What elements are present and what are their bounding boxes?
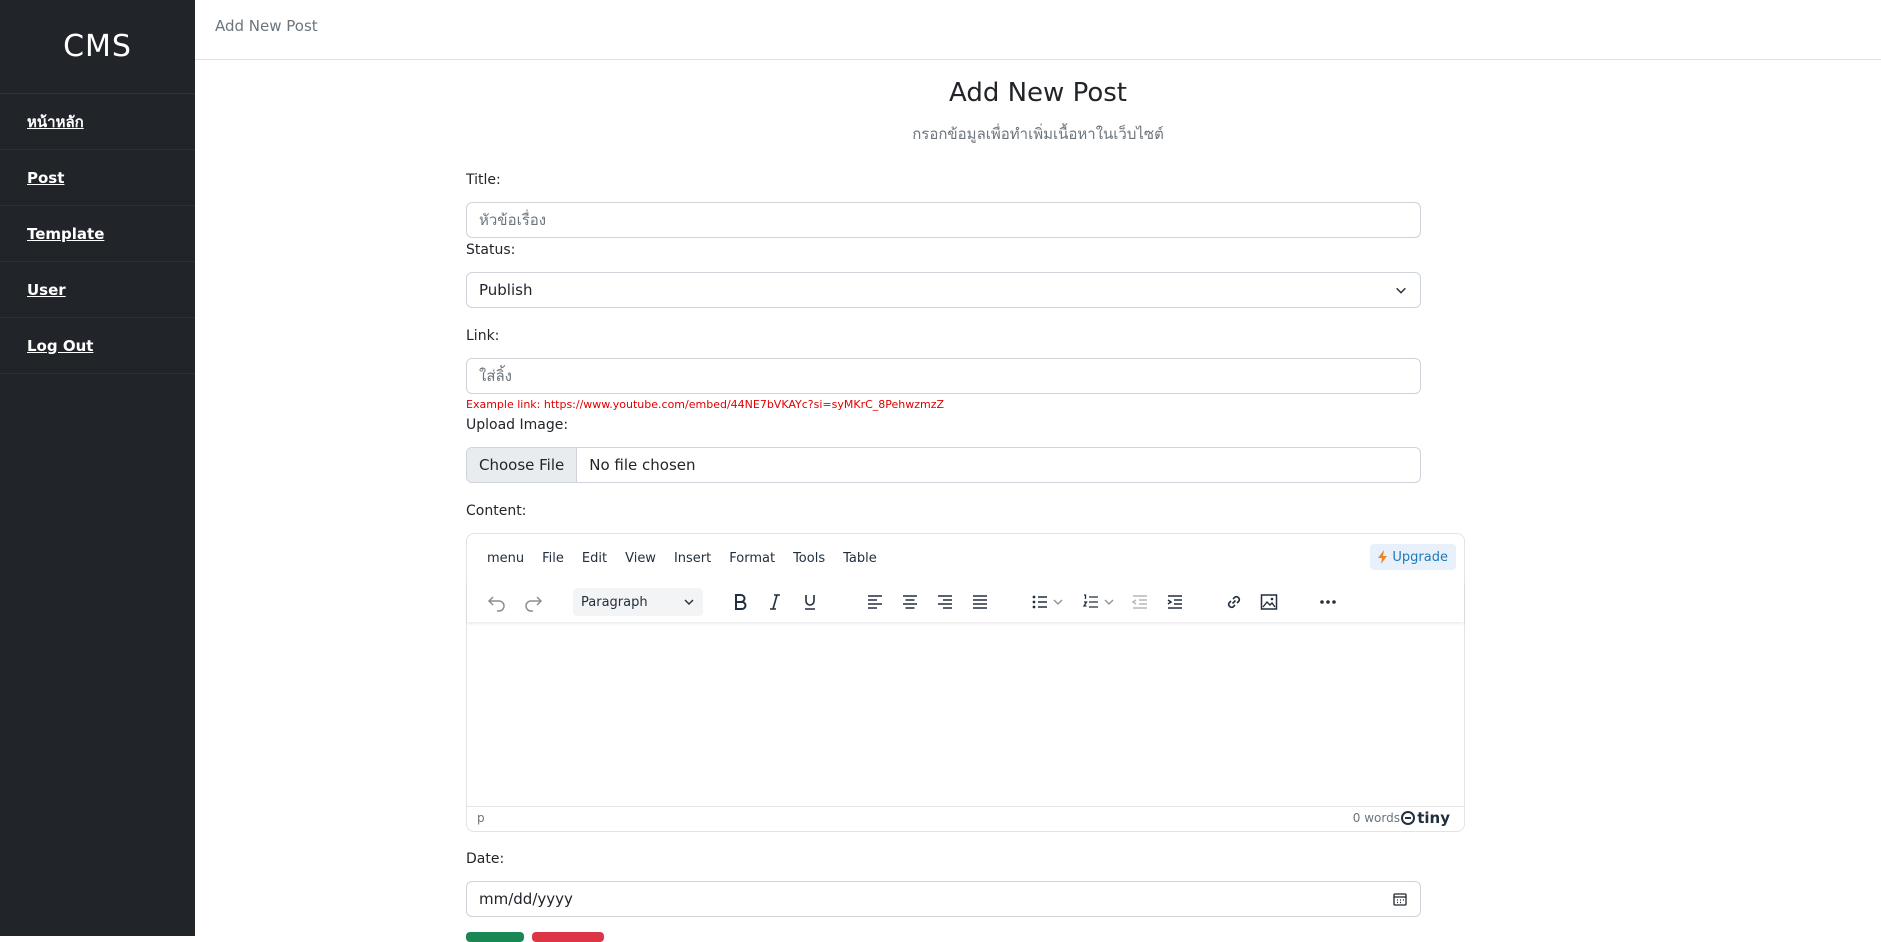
underline-button[interactable] [796, 588, 824, 616]
sidebar-item-logout[interactable]: Log Out [0, 318, 195, 374]
cancel-button[interactable] [532, 932, 604, 942]
bold-button[interactable] [726, 588, 754, 616]
sidebar-item-label[interactable]: Post [27, 169, 64, 187]
block-format-value: Paragraph [581, 594, 648, 610]
chevron-down-icon [1104, 599, 1114, 605]
redo-button[interactable] [519, 588, 547, 616]
editor-toolbar: Paragraph [467, 582, 1464, 622]
bold-icon [735, 594, 747, 610]
italic-button[interactable] [761, 588, 789, 616]
menu-item-file[interactable]: File [542, 551, 564, 566]
calendar-icon[interactable] [1392, 891, 1408, 907]
align-left-icon [868, 595, 882, 609]
rich-text-editor[interactable]: menu File Edit View Insert Format Tools … [466, 533, 1465, 832]
sidebar-item-label[interactable]: User [27, 281, 66, 299]
file-status: No file chosen [589, 456, 696, 474]
date-input[interactable]: mm/dd/yyyy [466, 881, 1421, 917]
link-input[interactable] [466, 358, 1421, 394]
undo-button[interactable] [483, 588, 511, 616]
link-icon [1227, 595, 1241, 609]
sidebar-item-template[interactable]: Template [0, 206, 195, 262]
chevron-down-icon [684, 599, 694, 605]
content-label: Content: [466, 503, 527, 519]
date-label: Date: [466, 851, 505, 867]
top-bar: Add New Post [195, 0, 1881, 60]
title-input[interactable] [466, 202, 1421, 238]
redo-icon [525, 596, 543, 612]
numbered-list-dropdown[interactable] [1101, 588, 1117, 616]
sidebar-item-home[interactable]: หน้าหลัก [0, 94, 195, 150]
upgrade-button[interactable]: Upgrade [1370, 544, 1456, 570]
underline-icon [805, 595, 815, 610]
chevron-down-icon [1396, 287, 1406, 294]
tiny-logo[interactable]: tiny [1401, 809, 1450, 827]
page-title: Add New Post [949, 78, 1127, 108]
align-right-button[interactable] [931, 588, 959, 616]
sidebar-item-user[interactable]: User [0, 262, 195, 318]
justify-icon [973, 595, 987, 609]
image-button[interactable] [1255, 588, 1283, 616]
title-label: Title: [466, 172, 501, 188]
image-file-input[interactable]: Choose File No file chosen [466, 447, 1421, 483]
menu-item-table[interactable]: Table [843, 551, 877, 566]
status-select[interactable]: Publish [466, 272, 1421, 308]
link-label: Link: [466, 328, 500, 344]
editor-content-area[interactable] [467, 622, 1464, 808]
chevron-down-icon [1053, 599, 1063, 605]
sidebar: CMS หน้าหลัก Post Template User Log Out [0, 0, 195, 936]
menu-item-edit[interactable]: Edit [582, 551, 607, 566]
main-content: Add New Post กรอกข้อมูลเพื่อทำเพิ่มเนื้อ… [195, 60, 1881, 936]
page-subtitle: กรอกข้อมูลเพื่อทำเพิ่มเนื้อหาในเว็บไซต์ [912, 125, 1164, 143]
image-icon [1260, 594, 1278, 610]
tiny-icon [1401, 811, 1416, 825]
numbered-list-icon [1082, 594, 1098, 608]
upgrade-label: Upgrade [1392, 549, 1448, 565]
undo-icon [487, 596, 505, 612]
menu-item-insert[interactable]: Insert [674, 551, 711, 566]
more-icon [1320, 600, 1336, 604]
outdent-icon [1131, 595, 1147, 609]
indent-icon [1167, 595, 1182, 609]
word-count[interactable]: 0 words [1353, 811, 1400, 825]
element-path[interactable]: p [477, 811, 485, 825]
date-placeholder: mm/dd/yyyy [479, 890, 573, 908]
status-value: Publish [479, 281, 533, 299]
brand-logo[interactable]: CMS [0, 0, 195, 94]
tiny-logo-text: tiny [1417, 809, 1450, 827]
sidebar-item-post[interactable]: Post [0, 150, 195, 206]
sidebar-item-label[interactable]: Template [27, 225, 104, 243]
italic-icon [770, 594, 780, 610]
menu-item-view[interactable]: View [625, 551, 656, 566]
menu-item-format[interactable]: Format [729, 551, 775, 566]
save-button[interactable] [466, 932, 524, 942]
choose-file-button[interactable]: Choose File [467, 448, 578, 482]
link-example-text: Example link: https://www.youtube.com/em… [466, 398, 945, 411]
sidebar-item-label[interactable]: หน้าหลัก [27, 110, 84, 134]
breadcrumb: Add New Post [215, 17, 318, 35]
link-button[interactable] [1220, 588, 1248, 616]
menu-item-menu[interactable]: menu [487, 551, 524, 566]
status-label: Status: [466, 242, 516, 258]
align-right-icon [938, 595, 952, 609]
align-center-button[interactable] [896, 588, 924, 616]
align-left-button[interactable] [861, 588, 889, 616]
indent-button[interactable] [1161, 588, 1189, 616]
sidebar-item-label[interactable]: Log Out [27, 337, 93, 355]
outdent-button[interactable] [1126, 588, 1154, 616]
bullet-list-dropdown[interactable] [1050, 588, 1066, 616]
editor-statusbar: p 0 words tiny [467, 806, 1464, 831]
editor-menubar: menu File Edit View Insert Format Tools … [487, 551, 895, 566]
more-button[interactable] [1314, 588, 1342, 616]
block-format-select[interactable]: Paragraph [573, 588, 703, 616]
bullet-list-icon [1032, 595, 1047, 609]
justify-button[interactable] [966, 588, 994, 616]
lightning-icon [1378, 550, 1388, 564]
upload-label: Upload Image: [466, 417, 569, 433]
align-center-icon [903, 595, 917, 609]
menu-item-tools[interactable]: Tools [793, 551, 825, 566]
